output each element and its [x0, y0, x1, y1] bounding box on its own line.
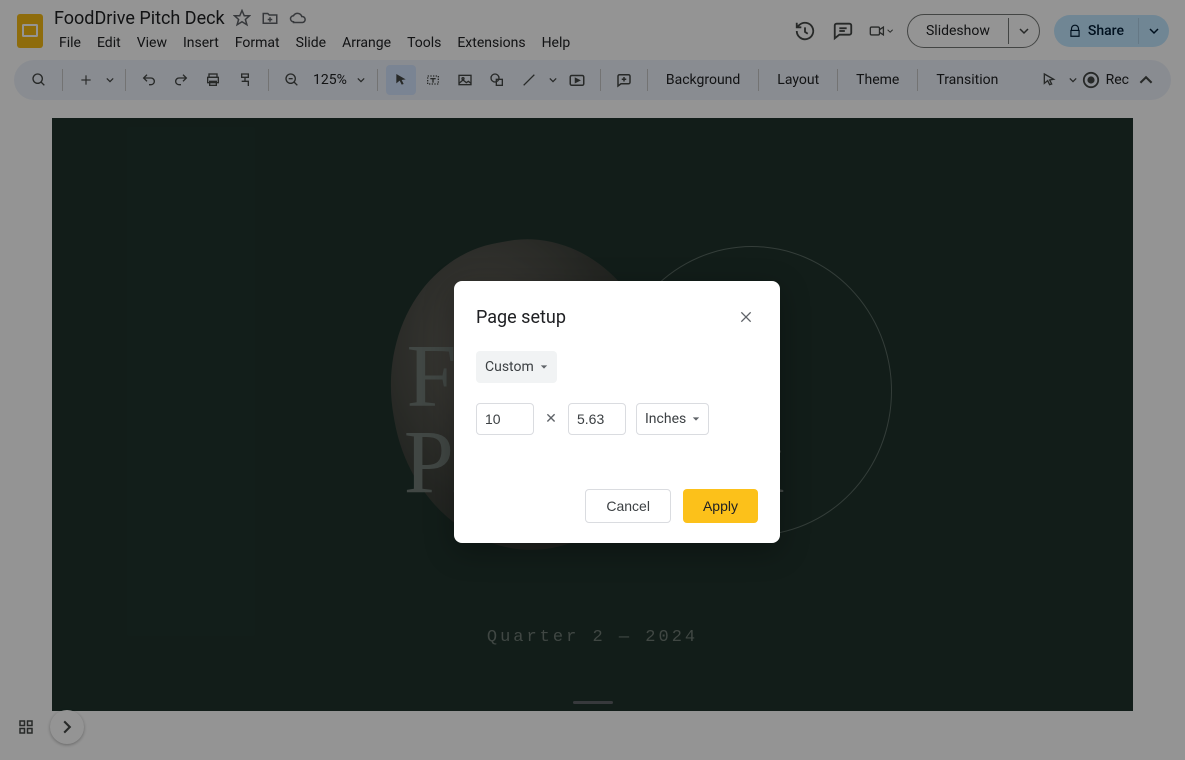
cancel-button[interactable]: Cancel: [585, 489, 671, 523]
times-icon: ✕: [544, 411, 558, 427]
dialog-title: Page setup: [476, 307, 566, 328]
size-mode-label: Custom: [485, 359, 534, 375]
dialog-title-row: Page setup: [476, 305, 758, 329]
chevron-down-icon: [540, 363, 548, 371]
close-icon[interactable]: [734, 305, 758, 329]
units-label: Inches: [645, 411, 686, 427]
width-input[interactable]: [476, 403, 534, 435]
dialog-actions: Cancel Apply: [476, 489, 758, 523]
dimensions-row: ✕ Inches: [476, 403, 758, 435]
height-input[interactable]: [568, 403, 626, 435]
apply-button[interactable]: Apply: [683, 489, 758, 523]
chevron-down-icon: [692, 415, 700, 423]
size-mode-dropdown[interactable]: Custom: [476, 351, 557, 383]
page-setup-dialog: Page setup Custom ✕ Inches Cancel Apply: [454, 281, 780, 543]
units-dropdown[interactable]: Inches: [636, 403, 709, 435]
